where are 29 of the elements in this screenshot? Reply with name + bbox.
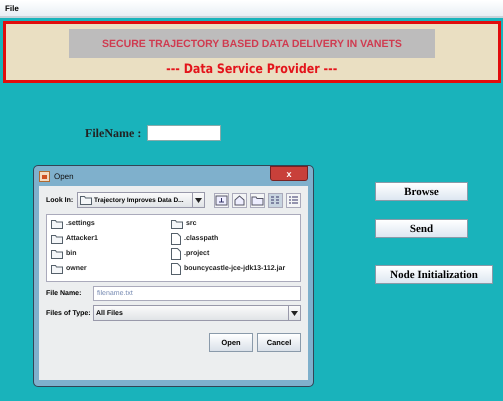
menu-item[interactable]: File bbox=[5, 4, 19, 12]
dropdown-arrow-icon bbox=[291, 310, 298, 316]
folder-icon bbox=[80, 195, 92, 205]
new-folder-icon bbox=[251, 194, 264, 206]
close-button[interactable]: x bbox=[270, 166, 308, 181]
new-folder-button[interactable] bbox=[250, 192, 265, 208]
app-subtitle: --- Data Service Provider --- bbox=[166, 62, 338, 77]
app-title: SECURE TRAJECTORY BASED DATA DELIVERY IN VANETS bbox=[69, 29, 435, 58]
folder-icon bbox=[51, 264, 63, 274]
file-icon bbox=[171, 248, 181, 260]
home-button[interactable] bbox=[232, 192, 247, 208]
details-view-button[interactable] bbox=[286, 192, 301, 208]
input-field[interactable] bbox=[147, 125, 222, 141]
action-button[interactable]: Node Initialization bbox=[375, 265, 493, 284]
folder-icon bbox=[171, 218, 183, 228]
field-label: FileName : bbox=[85, 126, 142, 140]
details-view-icon bbox=[287, 194, 300, 206]
dropdown-arrow-icon bbox=[195, 198, 202, 202]
file-icon bbox=[171, 262, 181, 274]
file-icon bbox=[171, 232, 181, 244]
home-icon bbox=[233, 194, 246, 206]
list-view-icon bbox=[269, 194, 282, 206]
action-button[interactable]: Send bbox=[375, 219, 468, 238]
window-title: Open bbox=[54, 172, 74, 180]
folder-icon bbox=[51, 248, 63, 258]
action-button[interactable]: Browse bbox=[375, 182, 468, 201]
folder-icon bbox=[51, 234, 63, 244]
list-view-button[interactable] bbox=[268, 192, 283, 208]
folder-icon bbox=[51, 218, 63, 228]
